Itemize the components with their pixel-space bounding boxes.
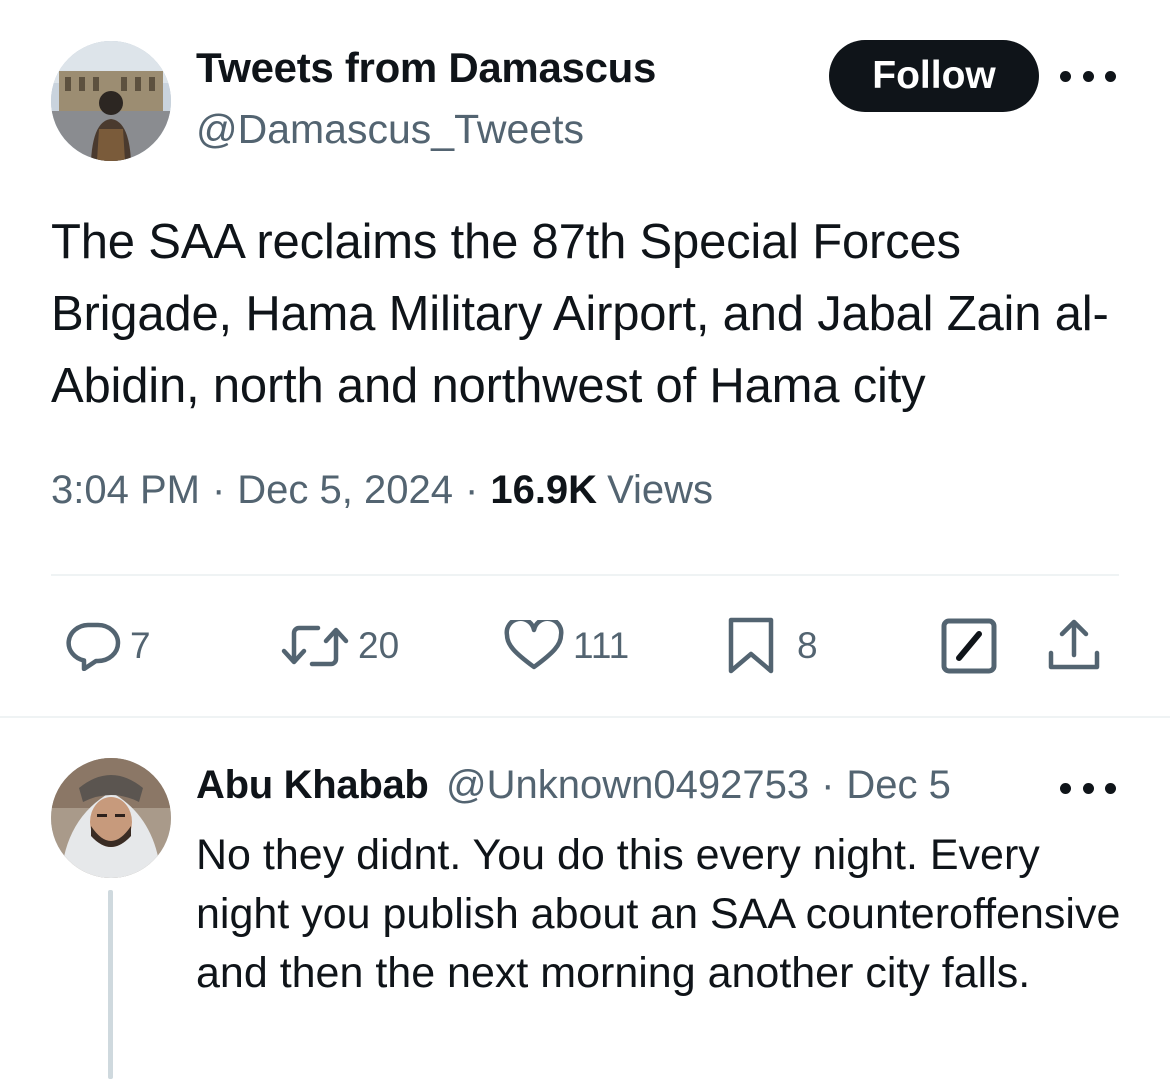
reply-icon <box>66 622 121 671</box>
tweet-meta: 3:04 PM · Dec 5, 2024 · 16.9K Views <box>51 468 713 513</box>
views-label: Views <box>607 468 714 512</box>
reply-more-icon[interactable] <box>1060 771 1116 805</box>
tweet-text: The SAA reclaims the 87th Special Forces… <box>51 215 1109 413</box>
heart-icon <box>504 620 564 670</box>
reply-count: 7 <box>130 625 151 666</box>
author-display-name[interactable]: Tweets from Damascus <box>196 44 656 92</box>
author-avatar-image <box>51 41 171 161</box>
like-count: 111 <box>573 625 630 666</box>
retweet-count: 20 <box>358 625 400 666</box>
tweet-date[interactable]: Dec 5, 2024 <box>237 468 453 513</box>
reply-separator: · <box>821 763 835 807</box>
divider <box>51 574 1119 576</box>
retweet-icon <box>281 625 349 667</box>
grok-icon <box>941 618 997 674</box>
reply-author-name[interactable]: Abu Khabab <box>196 763 446 808</box>
share-button[interactable] <box>1045 614 1103 678</box>
tweet-detail-page: Tweets from Damascus @Damascus_Tweets Fo… <box>0 0 1170 1079</box>
meta-separator: · <box>211 468 226 512</box>
author-handle[interactable]: @Damascus_Tweets <box>196 106 584 153</box>
author-avatar[interactable] <box>51 41 171 161</box>
reply-author-handle[interactable]: @Unknown0492753 <box>446 763 809 808</box>
bookmark-icon <box>728 617 774 674</box>
reply-avatar-image <box>51 758 171 878</box>
thread-connector-line <box>108 890 113 1079</box>
reply-date[interactable]: Dec 5 <box>846 763 951 808</box>
divider <box>0 716 1170 718</box>
retweet-button[interactable]: 20 <box>280 614 399 678</box>
views-count[interactable]: 16.9K <box>490 468 597 513</box>
tweet-time[interactable]: 3:04 PM <box>51 468 200 513</box>
reply-button[interactable]: 7 <box>64 614 151 678</box>
bookmark-button[interactable]: 8 <box>727 614 818 678</box>
meta-separator: · <box>465 468 479 512</box>
reply-text: No they didnt. You do this every night. … <box>196 831 1121 997</box>
bookmark-count: 8 <box>797 625 818 666</box>
like-button[interactable]: 111 <box>503 614 629 678</box>
follow-button[interactable]: Follow <box>829 40 1039 112</box>
share-icon <box>1048 619 1100 670</box>
reply-header: Abu Khabab @Unknown0492753 · Dec 5 <box>196 763 951 808</box>
more-icon[interactable] <box>1060 59 1116 93</box>
reply-author-avatar[interactable] <box>51 758 171 878</box>
grok-button[interactable] <box>940 614 998 678</box>
